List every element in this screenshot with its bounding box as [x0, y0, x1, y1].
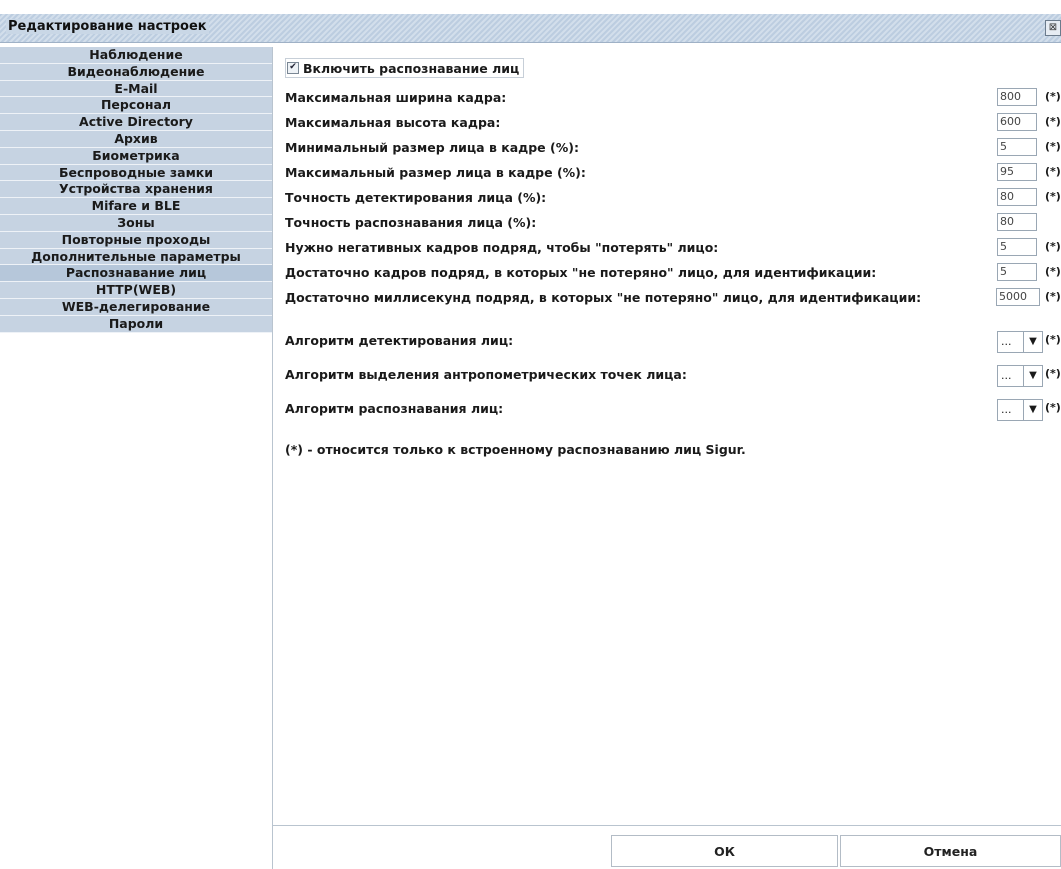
sidebar-item-personnel[interactable]: Персонал — [0, 97, 272, 115]
landmarks-algorithm-select[interactable]: ... ▼ — [997, 365, 1043, 387]
select-value: ... — [998, 332, 1024, 352]
sidebar-item-additional-params[interactable]: Дополнительные параметры — [0, 248, 272, 266]
sidebar-item-biometrics[interactable]: Биометрика — [0, 147, 272, 165]
setting-row: Точность детектирования лица (%): 80 (*) — [285, 188, 1061, 208]
negative-frames-input[interactable]: 5 — [997, 238, 1037, 256]
max-face-size-input[interactable]: 95 — [997, 163, 1037, 181]
ms-for-identification-input[interactable]: 5000 — [996, 288, 1040, 306]
ok-button[interactable]: ОК — [611, 835, 838, 867]
detection-accuracy-input[interactable]: 80 — [997, 188, 1037, 206]
enable-face-recognition-label: Включить распознавание лиц — [303, 60, 520, 76]
setting-label: Максимальный размер лица в кадре (%): — [285, 165, 586, 180]
checkmark-icon[interactable]: ✔ — [287, 62, 299, 74]
setting-label: Алгоритм выделения антропометрических то… — [285, 367, 687, 382]
asterisk-marker: (*) — [1045, 333, 1061, 346]
setting-row: Алгоритм выделения антропометрических то… — [285, 365, 1061, 387]
recognition-accuracy-input[interactable]: 80 — [997, 213, 1037, 231]
setting-label: Минимальный размер лица в кадре (%): — [285, 140, 579, 155]
asterisk-marker: (*) — [1045, 190, 1061, 203]
setting-label: Достаточно миллисекунд подряд, в которых… — [285, 290, 922, 305]
sidebar-item-face-recognition[interactable]: Распознавание лиц — [0, 265, 272, 283]
setting-row: Нужно негативных кадров подряд, чтобы "п… — [285, 238, 1061, 258]
setting-row: Максимальная ширина кадра: 800 (*) — [285, 88, 1061, 108]
min-face-size-input[interactable]: 5 — [997, 138, 1037, 156]
footnote-text: (*) - относится только к встроенному рас… — [285, 442, 746, 457]
setting-label: Точность распознавания лица (%): — [285, 215, 537, 230]
cancel-button[interactable]: Отмена — [840, 835, 1061, 867]
asterisk-marker: (*) — [1045, 240, 1061, 253]
setting-label: Алгоритм распознавания лиц: — [285, 401, 504, 416]
asterisk-marker: (*) — [1045, 115, 1061, 128]
sidebar-item-archive[interactable]: Архив — [0, 130, 272, 148]
chevron-down-icon[interactable]: ▼ — [1024, 332, 1042, 352]
sidebar-item-video[interactable]: Видеонаблюдение — [0, 63, 272, 81]
detection-algorithm-select[interactable]: ... ▼ — [997, 331, 1043, 353]
sidebar-item-repeat-passes[interactable]: Повторные проходы — [0, 231, 272, 249]
sidebar-item-active-directory[interactable]: Active Directory — [0, 114, 272, 131]
setting-label: Алгоритм детектирования лиц: — [285, 333, 514, 348]
chevron-down-icon[interactable]: ▼ — [1024, 400, 1042, 420]
sidebar-item-mifare-ble[interactable]: Mifare и BLE — [0, 198, 272, 215]
setting-label: Максимальная ширина кадра: — [285, 90, 507, 105]
face-recognition-panel: ✔ Включить распознавание лиц Максимальна… — [273, 47, 1061, 825]
setting-row: Алгоритм распознавания лиц: ... ▼ (*) — [285, 399, 1061, 421]
sidebar-item-http-web[interactable]: HTTP(WEB) — [0, 282, 272, 299]
sidebar-item-storage-devices[interactable]: Устройства хранения — [0, 181, 272, 199]
setting-label: Нужно негативных кадров подряд, чтобы "п… — [285, 240, 719, 255]
divider — [273, 825, 1061, 826]
select-value: ... — [998, 366, 1024, 386]
select-value: ... — [998, 400, 1024, 420]
setting-row: Достаточно миллисекунд подряд, в которых… — [285, 288, 1061, 308]
sidebar-item-wireless-locks[interactable]: Беспроводные замки — [0, 164, 272, 182]
max-frame-height-input[interactable]: 600 — [997, 113, 1037, 131]
sidebar-item-web-delegation[interactable]: WEB-делегирование — [0, 298, 272, 316]
asterisk-marker: (*) — [1045, 401, 1061, 414]
setting-row: Максимальная высота кадра: 600 (*) — [285, 113, 1061, 133]
sidebar-item-passwords[interactable]: Пароли — [0, 315, 272, 333]
asterisk-marker: (*) — [1045, 165, 1061, 178]
sidebar-item-observation[interactable]: Наблюдение — [0, 47, 272, 64]
setting-label: Максимальная высота кадра: — [285, 115, 501, 130]
sidebar-item-zones[interactable]: Зоны — [0, 214, 272, 232]
setting-row: Минимальный размер лица в кадре (%): 5 (… — [285, 138, 1061, 158]
asterisk-marker: (*) — [1045, 290, 1061, 303]
frames-for-identification-input[interactable]: 5 — [997, 263, 1037, 281]
setting-row: Максимальный размер лица в кадре (%): 95… — [285, 163, 1061, 183]
window-title: Редактирование настроек — [6, 19, 209, 34]
setting-row: Точность распознавания лица (%): 80 — [285, 213, 1061, 233]
chevron-down-icon[interactable]: ▼ — [1024, 366, 1042, 386]
asterisk-marker: (*) — [1045, 265, 1061, 278]
recognition-algorithm-select[interactable]: ... ▼ — [997, 399, 1043, 421]
window-titlebar: Редактирование настроек ⊠ — [0, 14, 1061, 43]
close-icon[interactable]: ⊠ — [1045, 20, 1061, 36]
setting-label: Точность детектирования лица (%): — [285, 190, 547, 205]
asterisk-marker: (*) — [1045, 140, 1061, 153]
settings-sidebar: Наблюдение Видеонаблюдение E-Mail Персон… — [0, 47, 273, 869]
enable-face-recognition-checkbox[interactable]: ✔ Включить распознавание лиц — [285, 58, 525, 78]
asterisk-marker: (*) — [1045, 367, 1061, 380]
setting-label: Достаточно кадров подряд, в которых "не … — [285, 265, 877, 280]
setting-row: Алгоритм детектирования лиц: ... ▼ (*) — [285, 331, 1061, 353]
asterisk-marker: (*) — [1045, 90, 1061, 103]
max-frame-width-input[interactable]: 800 — [997, 88, 1037, 106]
setting-row: Достаточно кадров подряд, в которых "не … — [285, 263, 1061, 283]
sidebar-item-email[interactable]: E-Mail — [0, 80, 272, 98]
